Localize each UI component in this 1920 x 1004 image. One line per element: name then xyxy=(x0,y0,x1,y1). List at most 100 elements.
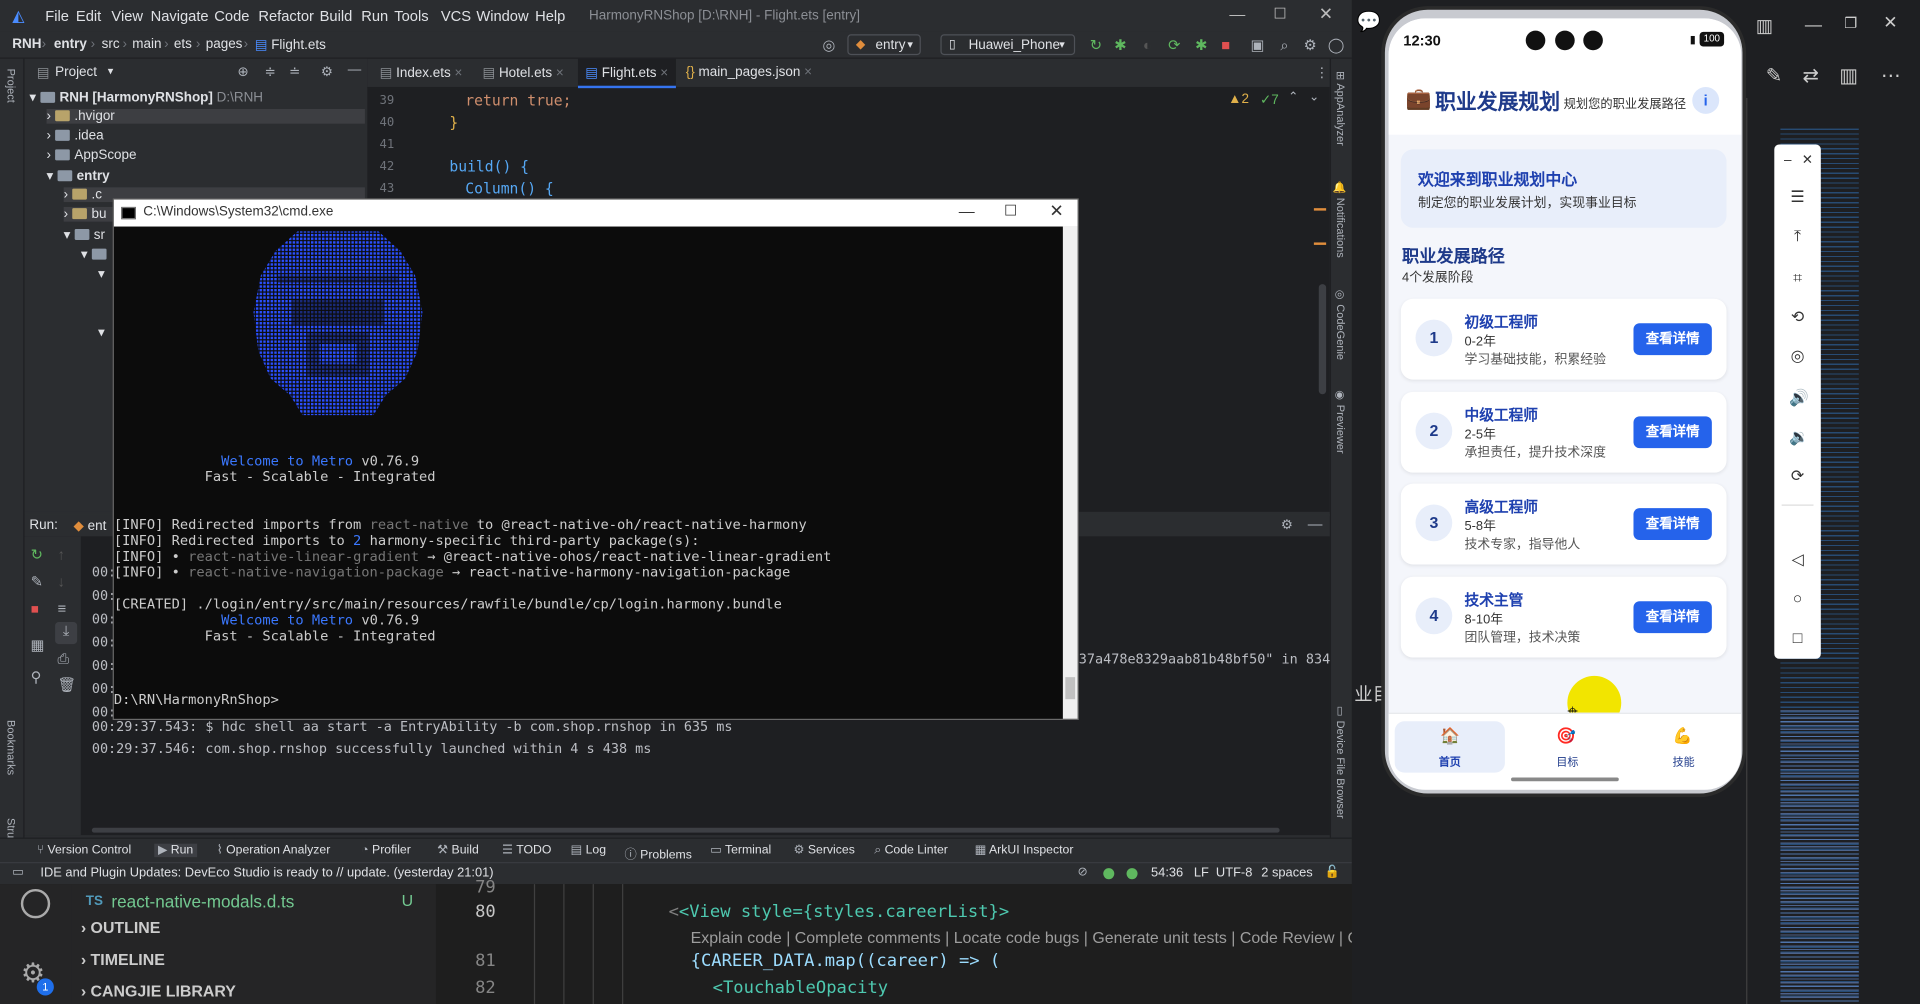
gear-icon[interactable]: ⚙ xyxy=(321,64,333,80)
tree-item-sub[interactable]: ▾ xyxy=(98,266,105,282)
locate-icon[interactable]: ⊕ xyxy=(238,64,249,80)
status-message[interactable]: IDE and Plugin Updates: DevEco Studio is… xyxy=(40,866,493,881)
more-tabs-icon[interactable]: ⋮ xyxy=(1315,65,1328,81)
previewer-tab[interactable]: ◉ Previewer xyxy=(1335,389,1347,453)
minimize-icon[interactable]: — xyxy=(1805,15,1822,35)
apply-changes-icon[interactable]: ⟳ xyxy=(1166,37,1183,54)
attach-icon[interactable]: ✱ xyxy=(1193,37,1210,54)
wrench-icon[interactable]: ✎ xyxy=(31,573,43,590)
volume-down-icon[interactable]: 🔉 xyxy=(1789,428,1809,446)
menu-help[interactable]: Help xyxy=(535,7,565,24)
run-tab[interactable]: ◆ ent xyxy=(73,518,106,534)
pin-top-icon[interactable]: ⤒ xyxy=(1789,227,1806,245)
close-icon[interactable]: ✕ xyxy=(1319,4,1333,25)
chevron-down-icon[interactable]: ▾ xyxy=(108,65,114,78)
close-icon[interactable]: ✕ xyxy=(1799,152,1816,169)
maximize-icon[interactable]: ☐ xyxy=(1004,202,1017,219)
maximize-icon[interactable]: ☐ xyxy=(1273,5,1286,22)
todo-tab[interactable]: ☰ TODO xyxy=(502,844,551,857)
tree-item-sub2[interactable]: ▾ xyxy=(98,324,105,341)
tree-item-appscope[interactable]: › AppScope xyxy=(47,148,137,163)
tree-item-hvigor[interactable]: › .hvigor xyxy=(46,108,365,124)
close-icon[interactable]: ✕ xyxy=(1883,12,1897,33)
build-tab[interactable]: ⚒ Build xyxy=(437,844,479,857)
chat-icon[interactable]: 💬 xyxy=(1357,10,1381,34)
terminal-tab[interactable]: ▭ Terminal xyxy=(710,844,771,857)
debug-icon[interactable]: ✱ xyxy=(1112,37,1129,54)
volume-up-icon[interactable]: 🔊 xyxy=(1789,389,1809,406)
outline-section[interactable]: › OUTLINE xyxy=(81,918,161,936)
tab-home[interactable]: 🏠 首页 xyxy=(1394,721,1505,773)
run-config-select[interactable]: ◆ entry ▾ xyxy=(847,34,921,56)
menu-icon[interactable]: ☰ xyxy=(1789,188,1806,206)
tree-item-src[interactable]: ▾ sr xyxy=(64,227,105,243)
operation-analyzer-tab[interactable]: ⌇ Operation Analyzer xyxy=(217,844,331,857)
view-details-button[interactable]: 查看详情 xyxy=(1633,323,1712,356)
version-control-tab[interactable]: ⑂ Version Control xyxy=(37,844,131,857)
restore-icon[interactable]: ❐ xyxy=(1844,15,1857,32)
timeline-section[interactable]: › TIMELINE xyxy=(81,950,165,968)
rerun-icon[interactable]: ↻ xyxy=(31,546,43,563)
pin-icon[interactable]: ⚲ xyxy=(31,669,42,686)
recents-icon[interactable]: □ xyxy=(1789,629,1806,646)
services-tab[interactable]: ⚙ Services xyxy=(793,844,854,857)
close-icon[interactable]: ✕ xyxy=(1049,201,1063,222)
crop-icon[interactable]: ⌗ xyxy=(1789,269,1806,286)
tab-main-pages[interactable]: {} main_pages.json × xyxy=(686,65,812,80)
soft-wrap-icon[interactable]: ≡ xyxy=(58,600,67,617)
menu-code[interactable]: Code xyxy=(214,7,249,24)
device-file-browser-tab[interactable]: ▯ Device File Browser xyxy=(1335,705,1347,818)
split-editor-icon[interactable]: ▥ xyxy=(1839,64,1858,88)
menu-edit[interactable]: Edit xyxy=(76,7,101,24)
breadcrumb-file[interactable]: ▤ Flight.ets xyxy=(255,37,326,53)
checks-count[interactable]: ✓7 xyxy=(1260,92,1279,108)
cmd-scroll-thumb[interactable] xyxy=(1065,677,1076,700)
gear-icon[interactable]: ⚙ xyxy=(1302,37,1319,54)
file-name[interactable]: react-native-modals.d.ts xyxy=(111,891,294,911)
minimize-icon[interactable]: — xyxy=(1229,5,1245,23)
chevron-down-icon[interactable]: ⌄ xyxy=(1309,91,1319,104)
layout-icon[interactable]: ▦ xyxy=(31,637,45,654)
menu-refactor[interactable]: Refactor xyxy=(258,7,314,24)
back-icon[interactable]: ◁ xyxy=(1789,550,1806,568)
up-icon[interactable]: ↑ xyxy=(58,546,65,563)
app-analyzer-tab[interactable]: ⊞ AppAnalyzer xyxy=(1335,71,1347,146)
down-icon[interactable]: ↓ xyxy=(58,573,65,590)
no-sync-icon[interactable]: ⊘ xyxy=(1078,866,1088,879)
project-tool-tab[interactable]: Project xyxy=(5,69,17,103)
hide-panel-icon[interactable]: — xyxy=(348,62,361,77)
career-card-3[interactable]: 3 高级工程师 5-8年 技术专家，指导他人 查看详情 xyxy=(1400,483,1727,565)
rotate-icon[interactable]: ⟲ xyxy=(1789,308,1806,326)
code-linter-tab[interactable]: ⌕ Code Linter xyxy=(874,844,948,857)
minimap-lower[interactable] xyxy=(1780,710,1859,1004)
view-details-button[interactable]: 查看详情 xyxy=(1633,416,1712,449)
target-icon[interactable]: ◎ xyxy=(820,37,837,54)
home-button-icon[interactable]: ○ xyxy=(1789,590,1806,607)
run-tool-tab[interactable]: ▶ Run xyxy=(154,843,197,858)
breadcrumb-entry[interactable]: entry xyxy=(54,37,87,52)
menu-navigate[interactable]: Navigate xyxy=(151,7,209,24)
career-card-2[interactable]: 2 中级工程师 2-5年 承担责任，提升技术深度 查看详情 xyxy=(1400,391,1727,473)
gear-icon[interactable]: ⚙ xyxy=(1281,517,1293,533)
tab-skills[interactable]: 💪 技能 xyxy=(1627,721,1737,772)
home-indicator[interactable] xyxy=(1511,777,1619,782)
cmd-prompt[interactable]: D:\RN\HarmonyRnShop> xyxy=(114,692,279,708)
edit-icon[interactable]: ✎ xyxy=(1766,64,1782,88)
stop-icon[interactable]: ■ xyxy=(31,602,39,617)
camera-icon[interactable]: ◎ xyxy=(1789,347,1806,365)
breadcrumb-main[interactable]: main xyxy=(132,37,161,52)
tree-item-entry[interactable]: ▾ entry xyxy=(47,168,110,184)
breadcrumb-ets[interactable]: ets xyxy=(174,37,192,52)
problems-tab[interactable]: ⓘ Problems xyxy=(624,844,691,862)
scroll-to-end-icon[interactable]: ⤓ xyxy=(55,622,78,645)
tab-hotel[interactable]: ▤ Hotel.ets × xyxy=(482,65,563,81)
arkui-inspector-tab[interactable]: ▦ ArkUI Inspector xyxy=(975,844,1074,857)
menu-build[interactable]: Build xyxy=(320,7,353,24)
stop-icon[interactable]: ■ xyxy=(1217,37,1234,54)
lock-icon[interactable]: 🔓 xyxy=(1325,866,1340,879)
editor-scrollbar[interactable] xyxy=(1318,284,1327,395)
menu-run[interactable]: Run xyxy=(361,7,388,24)
view-details-button[interactable]: 查看详情 xyxy=(1633,601,1712,634)
menu-view[interactable]: View xyxy=(111,7,143,24)
codegenie-tab[interactable]: ◎ CodeGenie xyxy=(1335,289,1347,360)
